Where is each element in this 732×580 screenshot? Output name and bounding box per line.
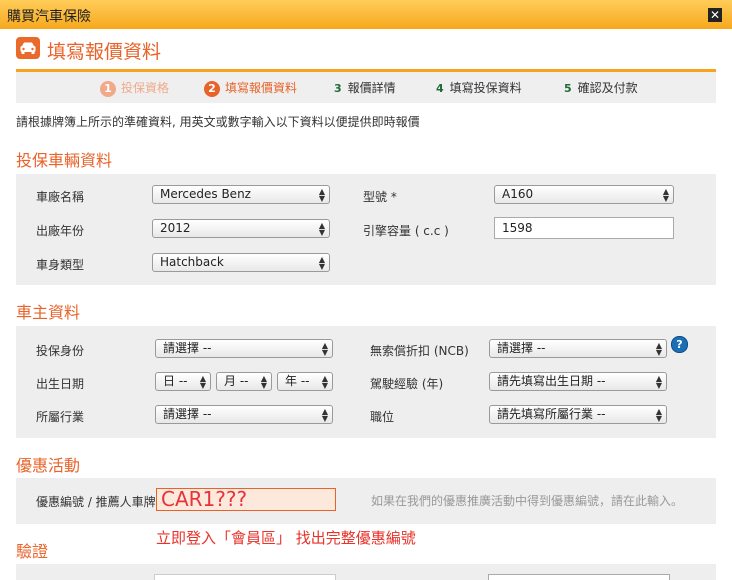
select-arrows-icon: ▲ ▼ (321, 374, 328, 390)
vehicle-section-title: 投保車輛資料 (16, 151, 113, 170)
member-login-link[interactable]: 立即登入「會員區」 找出完整優惠編號 (156, 527, 416, 548)
step-1[interactable]: 1 投保資格 (100, 79, 169, 97)
page-title: 填寫報價資料 (47, 41, 162, 63)
body-label: 車身類型 (36, 258, 85, 272)
model-label: 型號 * (363, 190, 397, 204)
promo-code-label: 優惠編號 / 推薦人車牌 (36, 495, 156, 509)
dob-label: 出生日期 (36, 377, 85, 391)
promo-hint: 如果在我們的優惠推廣活動中得到優惠編號，請在此輸入。 (371, 494, 684, 508)
select-arrows-icon: ▲ ▼ (318, 187, 325, 203)
select-arrows-icon: ▲ ▼ (260, 374, 267, 390)
position-label: 職位 (370, 410, 395, 424)
select-arrows-icon: ▲ ▼ (655, 407, 662, 423)
help-icon[interactable]: ? (671, 336, 688, 353)
identity-label: 投保身份 (36, 344, 85, 358)
select-arrows-icon: ▲ ▼ (318, 255, 325, 271)
cc-label: 引擎容量 ( c.c ) (363, 224, 449, 238)
year-label: 出廠年份 (36, 224, 85, 238)
industry-label: 所屬行業 (36, 410, 85, 424)
body-select[interactable]: Hatchback ▲ ▼ (152, 253, 330, 272)
window-titlebar: 購買汽車保險 ✕ (0, 0, 732, 29)
close-icon[interactable]: ✕ (708, 8, 722, 22)
verify-input[interactable] (154, 574, 336, 580)
industry-select[interactable]: 請選擇 -- ▲ ▼ (155, 405, 333, 424)
step-3: 3 報價詳情 (334, 81, 396, 95)
cc-input[interactable]: 1598 (494, 217, 674, 239)
owner-section-title: 車主資料 (16, 303, 81, 322)
promo-code-input[interactable]: CAR1??? (156, 488, 336, 511)
select-arrows-icon: ▲ ▼ (321, 407, 328, 423)
car-icon (16, 37, 40, 59)
step-5: 5 確認及付款 (564, 81, 638, 95)
select-arrows-icon: ▲ ▼ (321, 341, 328, 357)
step-2: 2 填寫報價資料 (204, 79, 297, 97)
identity-select[interactable]: 請選擇 -- ▲ ▼ (155, 339, 333, 358)
progress-steps: 1 投保資格 2 填寫報價資料 3 報價詳情 4 填寫投保資料 5 確認及付款 (16, 69, 716, 103)
window-title: 購買汽車保險 (7, 9, 91, 25)
verify-input-2[interactable] (488, 574, 670, 580)
dob-month-select[interactable]: 月 -- ▲ ▼ (216, 372, 272, 391)
promo-section-title: 優惠活動 (16, 456, 81, 475)
make-label: 車廠名稱 (36, 190, 85, 204)
select-arrows-icon: ▲ ▼ (662, 187, 669, 203)
year-select[interactable]: 2012 ▲ ▼ (152, 219, 330, 238)
intro-text: 請根據牌簿上所示的準確資料, 用英文或數字輸入以下資料以便提供即時報價 (16, 115, 420, 129)
step-4: 4 填寫投保資料 (436, 81, 522, 95)
dob-year-select[interactable]: 年 -- ▲ ▼ (277, 372, 333, 391)
dob-day-select[interactable]: 日 -- ▲ ▼ (155, 372, 211, 391)
experience-label: 駕駛經驗 (年) (370, 377, 444, 391)
ncb-select[interactable]: 請選擇 -- ▲ ▼ (489, 339, 667, 358)
verify-section-title: 驗證 (16, 542, 49, 561)
select-arrows-icon: ▲ ▼ (199, 374, 206, 390)
select-arrows-icon: ▲ ▼ (655, 341, 662, 357)
model-select[interactable]: A160 ▲ ▼ (494, 185, 674, 204)
ncb-label: 無索償折扣 (NCB) (370, 344, 469, 358)
make-select[interactable]: Mercedes Benz ▲ ▼ (152, 185, 330, 204)
position-select[interactable]: 請先填寫所屬行業 -- ▲ ▼ (489, 405, 667, 424)
select-arrows-icon: ▲ ▼ (655, 374, 662, 390)
select-arrows-icon: ▲ ▼ (318, 221, 325, 237)
experience-select[interactable]: 請先填寫出生日期 -- ▲ ▼ (489, 372, 667, 391)
